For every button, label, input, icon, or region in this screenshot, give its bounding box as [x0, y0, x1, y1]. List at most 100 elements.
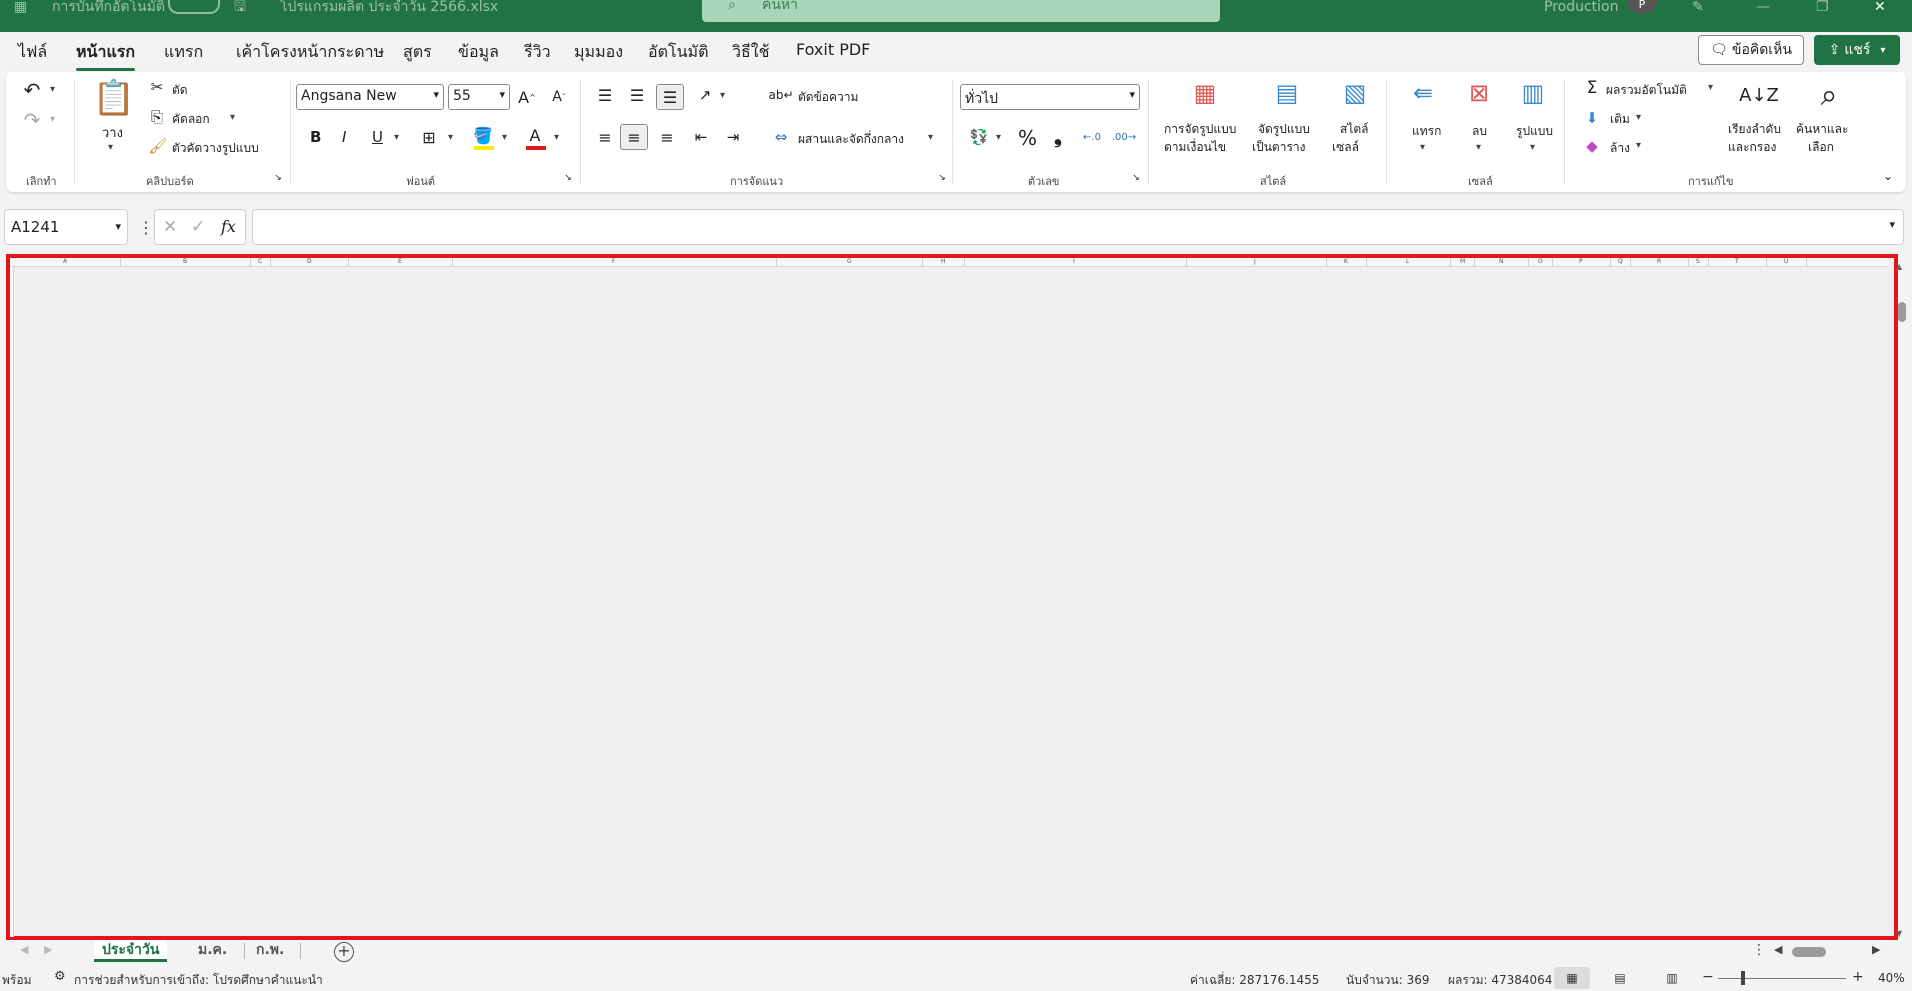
ribbon-collapse-icon[interactable]: ⌄ — [1880, 168, 1896, 184]
increase-decimal-icon[interactable]: ←.0 — [1080, 126, 1104, 148]
sort-filter-label-1[interactable]: เรียงลำดับ — [1728, 120, 1781, 139]
accounting-format-icon[interactable]: 💱 — [968, 126, 990, 148]
borders-dropdown-icon[interactable]: ▾ — [448, 132, 453, 143]
column-divider[interactable] — [270, 258, 271, 267]
column-header-r[interactable]: R — [1657, 258, 1661, 266]
redo-dropdown-icon[interactable]: ▾ — [50, 114, 55, 125]
align-left-icon[interactable]: ≡ — [594, 126, 616, 148]
minimize-icon[interactable]: — — [1756, 0, 1770, 14]
zoom-level[interactable]: 40% — [1878, 971, 1905, 985]
column-divider[interactable] — [1474, 258, 1475, 267]
zoom-slider[interactable] — [1718, 978, 1846, 979]
column-divider[interactable] — [1528, 258, 1529, 267]
status-sum[interactable]: ผลรวม: 47384064 — [1448, 971, 1552, 990]
borders-icon[interactable]: ⊞ — [418, 126, 440, 148]
wrap-text-icon[interactable]: ab↵ — [768, 84, 793, 106]
tab-home[interactable]: หน้าแรก — [76, 40, 136, 71]
number-launcher-icon[interactable]: ↘ — [1130, 172, 1142, 184]
column-divider[interactable] — [1552, 258, 1553, 267]
wrap-text-label[interactable]: ตัดข้อความ — [798, 88, 858, 107]
accessibility-status[interactable]: การช่วยสำหรับการเข้าถึง: โปรดศึกษาคำแนะน… — [74, 971, 323, 990]
format-painter-icon[interactable]: 🖌 — [148, 136, 168, 156]
fill-color-icon[interactable]: 🪣 — [472, 124, 494, 146]
column-header-h[interactable]: H — [941, 258, 946, 266]
sheet-tab-jan[interactable]: ม.ค. — [190, 940, 235, 962]
column-divider[interactable] — [1186, 258, 1187, 267]
conditional-formatting-label-1[interactable]: การจัดรูปแบบ — [1164, 120, 1236, 139]
tab-review[interactable]: รีวิว — [524, 40, 551, 65]
bold-button[interactable]: B — [310, 128, 321, 146]
column-header-u[interactable]: U — [1784, 258, 1788, 266]
fill-color-dropdown-icon[interactable]: ▾ — [502, 132, 507, 143]
formula-input[interactable]: ▾ — [252, 209, 1904, 245]
italic-button[interactable]: I — [342, 128, 346, 146]
column-divider[interactable] — [452, 258, 453, 267]
restore-icon[interactable]: ❐ — [1816, 0, 1829, 14]
excel-app-icon[interactable]: ▦ — [14, 0, 32, 14]
status-count[interactable]: นับจำนวน: 369 — [1346, 971, 1430, 990]
font-size-combo[interactable]: 55 ▾ — [448, 84, 510, 110]
tab-help[interactable]: วิธีใช้ — [732, 40, 769, 65]
chevron-down-icon[interactable]: ▾ — [115, 220, 121, 233]
comments-button[interactable]: 🗨 ข้อคิดเห็น — [1698, 35, 1804, 65]
vertical-scroll-thumb[interactable] — [1898, 302, 1906, 322]
merge-center-icon[interactable]: ⇔ — [770, 126, 792, 148]
autosum-dropdown-icon[interactable]: ▾ — [1708, 82, 1713, 93]
column-header-d[interactable]: D — [307, 258, 312, 266]
zoom-slider-thumb[interactable] — [1741, 971, 1746, 985]
merge-dropdown-icon[interactable]: ▾ — [928, 132, 933, 143]
comma-button[interactable]: ❟ — [1054, 124, 1062, 148]
page-layout-view-icon[interactable]: ▤ — [1602, 967, 1638, 989]
undo-icon[interactable]: ↶ — [20, 78, 44, 102]
accounting-dropdown-icon[interactable]: ▾ — [996, 132, 1001, 143]
orientation-icon[interactable]: ↗ — [694, 84, 716, 106]
column-header-q[interactable]: Q — [1618, 258, 1623, 266]
clipboard-launcher-icon[interactable]: ↘ — [272, 172, 284, 184]
horizontal-scroll-thumb[interactable] — [1792, 947, 1826, 957]
increase-font-icon[interactable]: A ^ — [516, 86, 538, 108]
column-header-p[interactable]: P — [1579, 258, 1583, 266]
cell-styles-label-2[interactable]: เซลล์ — [1332, 138, 1359, 157]
fill-dropdown-icon[interactable]: ▾ — [1636, 112, 1641, 123]
column-header-a[interactable]: A — [63, 258, 67, 266]
scroll-up-icon[interactable]: ▲ — [1896, 262, 1902, 271]
column-header-g[interactable]: G — [847, 258, 852, 266]
more-icon[interactable]: ⋮ — [1752, 942, 1766, 958]
close-icon[interactable]: ✕ — [1874, 0, 1886, 14]
avatar[interactable]: P — [1627, 0, 1657, 14]
delete-cells-label[interactable]: ลบ — [1472, 122, 1487, 141]
normal-view-icon[interactable]: ▦ — [1554, 967, 1590, 989]
column-divider[interactable] — [120, 258, 121, 267]
font-color-dropdown-icon[interactable]: ▾ — [554, 132, 559, 143]
zoom-out-button[interactable]: − — [1702, 969, 1714, 985]
font-color-icon[interactable]: A — [524, 124, 546, 146]
column-divider[interactable] — [776, 258, 777, 267]
conditional-formatting-icon[interactable]: ▦ — [1186, 78, 1224, 108]
column-divider[interactable] — [1766, 258, 1767, 267]
format-cells-label[interactable]: รูปแบบ — [1516, 122, 1553, 141]
column-header-k[interactable]: K — [1344, 258, 1348, 266]
column-divider[interactable] — [250, 258, 251, 267]
format-cells-dropdown-icon[interactable]: ▾ — [1530, 142, 1535, 153]
column-divider[interactable] — [1708, 258, 1709, 267]
decrease-decimal-icon[interactable]: .00→ — [1112, 126, 1136, 148]
autosum-icon[interactable]: Σ — [1582, 78, 1602, 98]
column-header-l[interactable]: L — [1406, 258, 1409, 266]
column-header-e[interactable]: E — [398, 258, 402, 266]
sort-filter-icon[interactable]: A↓Z — [1739, 78, 1779, 112]
number-format-combo[interactable]: ทั่วไป ▾ — [960, 84, 1140, 110]
column-header-i[interactable]: I — [1073, 258, 1075, 266]
file-name[interactable]: โปรแกรมผลิต ประจำวัน 2566.xlsx — [280, 0, 498, 14]
column-header-n[interactable]: N — [1499, 258, 1504, 266]
alignment-launcher-icon[interactable]: ↘ — [936, 172, 948, 184]
format-painter-label[interactable]: ตัวคัดวางรูปแบบ — [172, 139, 259, 158]
cell-styles-icon[interactable]: ▧ — [1336, 78, 1374, 108]
increase-indent-icon[interactable]: ⇥ — [722, 126, 744, 148]
merge-center-label[interactable]: ผสานและจัดกึ่งกลาง — [798, 130, 904, 149]
column-header-c[interactable]: C — [258, 258, 262, 266]
format-cells-icon[interactable]: ▥ — [1514, 78, 1552, 108]
page-break-view-icon[interactable]: ▥ — [1654, 967, 1690, 989]
column-divider[interactable] — [1806, 258, 1807, 267]
column-divider[interactable] — [348, 258, 349, 267]
decrease-font-icon[interactable]: Aˇ — [548, 86, 570, 108]
